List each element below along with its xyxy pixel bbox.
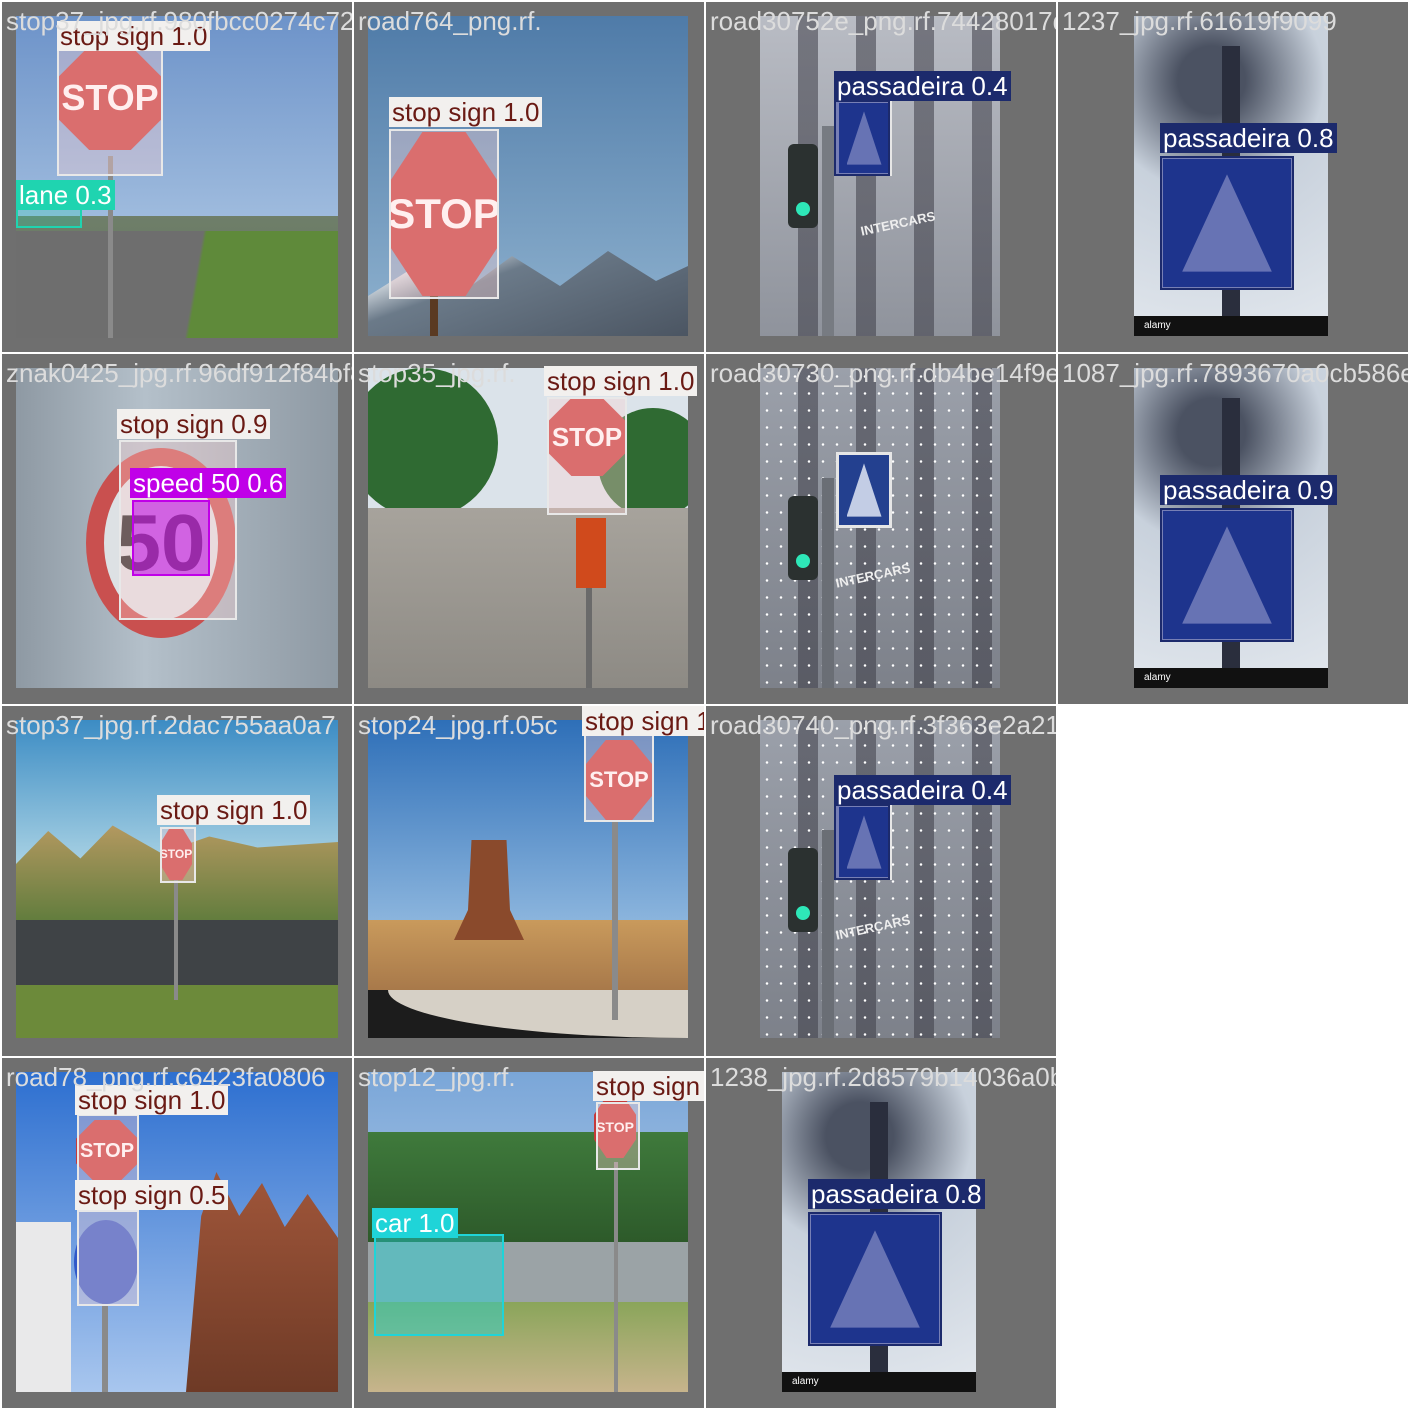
- tile-1: STOP stop37_jpg.rf.980fbcc0274c72ad764d0…: [2, 2, 352, 352]
- tile-9: STOP stop37_jpg.rf.2dac755aa0a7 stop sig…: [2, 706, 352, 1056]
- tile-12: STOP road78_png.rf.c6423fa0806 stop sign…: [2, 1058, 352, 1408]
- tile-5: 50 znak0425_jpg.rf.96df912f84bf8635 stop…: [2, 354, 352, 704]
- tile-photo: INTERCARS: [760, 368, 1000, 688]
- tile-filename: znak0425_jpg.rf.96df912f84bf8635: [6, 358, 352, 388]
- passadeira-box: [1160, 156, 1294, 290]
- tile-7: INTERCARS road30730_png.rf.db4be14f9e: [706, 354, 1056, 704]
- tile-filename: 1238_jpg.rf.2d8579b14036a0b068e6420a243: [710, 1062, 1056, 1092]
- stop-sign-box: [57, 46, 163, 176]
- passadeira-box: [808, 1212, 942, 1346]
- tile-filename: road764_png.rf.: [358, 6, 542, 36]
- tile-8: alamy 1087_jpg.rf.7893670a0cb586ea passa…: [1058, 354, 1408, 704]
- passadeira-box: [834, 100, 890, 176]
- tile-filename: road30740_png.rf.3f363e2a21a9f79db468ba3…: [710, 710, 1056, 740]
- tile-filename: road78_png.rf.c6423fa0806: [6, 1062, 326, 1092]
- tile-filename: 1087_jpg.rf.7893670a0cb586ea: [1062, 358, 1408, 388]
- intercars-sign: INTERCARS: [834, 912, 912, 943]
- passadeira-box: [1160, 508, 1294, 642]
- tile-filename: stop37_jpg.rf.2dac755aa0a7: [6, 710, 336, 740]
- stop-sign-box: [547, 397, 627, 515]
- alamy-watermark: alamy: [782, 1372, 976, 1392]
- detection-label: lane 0.3: [16, 180, 115, 210]
- detection-label: passadeira 0.4: [834, 775, 1011, 805]
- alamy-watermark: alamy: [1134, 316, 1328, 336]
- tile-11: INTERCARS road30740_png.rf.3f363e2a21a9f…: [706, 706, 1056, 1056]
- lane-box: [16, 208, 82, 228]
- tile-photo: STOP: [368, 368, 688, 688]
- tile-filename: road30752e_png.rf.74428017dd7087: [710, 6, 1056, 36]
- tile-filename: stop12_jpg.rf.: [358, 1062, 516, 1092]
- intercars-sign: INTERCARS: [834, 560, 912, 591]
- detection-label: passadeira 0.4: [834, 71, 1011, 101]
- detection-label: passadeira 0.8: [808, 1179, 985, 1209]
- speed-50-box: [132, 500, 210, 576]
- detection-label: stop sign 1.0: [157, 795, 311, 825]
- stop-sign-box: [77, 1210, 139, 1306]
- detection-label: stop sign 1.0: [582, 706, 704, 736]
- passadeira-box: [834, 804, 890, 880]
- tile-filename: stop24_jpg.rf.05c: [358, 710, 558, 740]
- stop-sign-box: [77, 1114, 139, 1186]
- tile-6: STOP stop35_jpg.rf. stop sign 1.0: [354, 354, 704, 704]
- tile-10: STOP stop24_jpg.rf.05c stop sign 1.0: [354, 706, 704, 1056]
- detection-label: car 1.0: [372, 1208, 458, 1238]
- detection-mosaic: STOP stop37_jpg.rf.980fbcc0274c72ad764d0…: [0, 0, 1408, 1408]
- tile-photo: INTERCARS: [760, 16, 1000, 336]
- tile-2: STOP road764_png.rf. stop sign 1.0: [354, 2, 704, 352]
- intercars-sign: INTERCARS: [859, 208, 937, 239]
- tile-photo: STOP: [16, 1072, 338, 1392]
- alamy-watermark: alamy: [1134, 668, 1328, 688]
- detection-label: passadeira 0.9: [1160, 475, 1337, 505]
- tile-14: alamy 1238_jpg.rf.2d8579b14036a0b068e642…: [706, 1058, 1056, 1408]
- detection-label: speed 50 0.6: [130, 468, 287, 498]
- tile-4: alamy 1237_jpg.rf.61619f9099 passadeira …: [1058, 2, 1408, 352]
- stop-sign-box: [160, 827, 196, 883]
- stop-sign-box: [596, 1102, 640, 1170]
- stop-sign-box: [584, 734, 654, 822]
- detection-label: stop sign 1.0: [389, 97, 543, 127]
- tile-13: STOP stop12_jpg.rf. stop sign 0.9 car 1.…: [354, 1058, 704, 1408]
- tile-filename: 1237_jpg.rf.61619f9099: [1062, 6, 1337, 36]
- tile-filename: road30730_png.rf.db4be14f9e: [710, 358, 1056, 388]
- detection-label: stop sign 1.0: [544, 366, 698, 396]
- stop-sign-box: [389, 129, 499, 299]
- detection-label: stop sign 0.9: [593, 1071, 704, 1101]
- tile-3: INTERCARS road30752e_png.rf.74428017dd70…: [706, 2, 1056, 352]
- tile-filename: stop35_jpg.rf.: [358, 358, 516, 388]
- detection-label: passadeira 0.8: [1160, 123, 1337, 153]
- car-box: [374, 1234, 504, 1336]
- detection-label: stop sign 0.5: [75, 1180, 229, 1210]
- detection-label: stop sign 0.9: [117, 409, 271, 439]
- tile-filename: stop37_jpg.rf.980fbcc0274c72ad764d07d4ad…: [6, 6, 352, 36]
